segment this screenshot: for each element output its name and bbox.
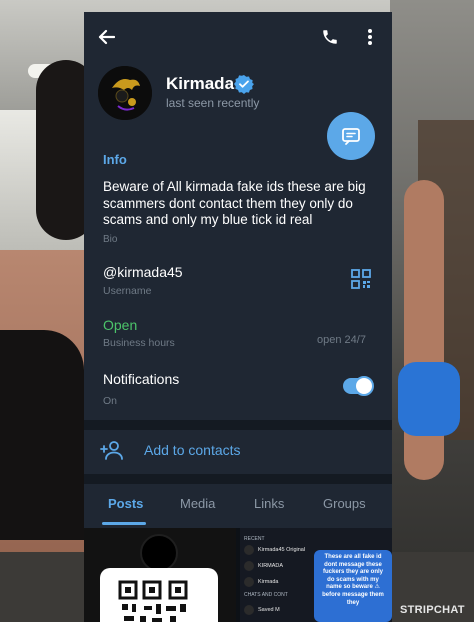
section-divider [84,474,392,484]
more-vertical-icon [368,29,372,45]
business-status: Open [103,317,138,333]
business-hours-label: Business hours [103,337,175,349]
username-label: Username [103,285,152,297]
profile-avatar[interactable] [98,66,152,120]
more-options-button[interactable] [358,24,382,50]
info-section-title: Info [103,152,127,167]
add-to-contacts-label: Add to contacts [144,442,241,458]
profile-name: Kirmada [166,74,235,93]
notifications-toggle[interactable] [343,376,374,396]
call-button[interactable] [316,24,344,50]
tab-posts[interactable]: Posts [108,496,143,511]
app-bar [84,12,392,62]
warning-bubble: These are all fake id dont message these… [314,550,392,622]
chat-avatar [244,577,254,587]
posts-grid: RECENT Kirmada45 Original KIRMADA Kirmad… [84,528,392,622]
profile-tabs: Posts Media Links Groups [84,492,392,528]
tab-media[interactable]: Media [180,496,215,511]
chat-name: KIRMADA [258,563,284,569]
watermark-text: STRIPCHAT [400,604,465,616]
phone-icon [323,30,337,44]
arrow-left-icon [98,29,115,45]
post-screenshot-thumbnail[interactable]: RECENT Kirmada45 Original KIRMADA Kirmad… [240,528,392,622]
post-avatar [140,534,178,572]
qr-code-image [118,580,188,622]
notifications-state: On [103,395,118,407]
chat-avatar [244,545,254,555]
section-divider [84,420,392,430]
recent-header: RECENT [244,536,265,542]
chat-name: Kirmada45 Original [258,547,306,553]
avatar-artwork [98,66,152,120]
chat-name: Kirmada [258,579,279,585]
chat-avatar [244,561,254,571]
qr-code-button[interactable] [350,268,372,290]
tab-links[interactable]: Links [254,496,284,511]
tab-groups[interactable]: Groups [323,496,366,511]
chat-name: Saved M [258,607,280,613]
username-value[interactable]: @kirmada45 [103,264,183,280]
back-button[interactable] [92,24,120,50]
notifications-title: Notifications [103,371,180,387]
person-clothing [0,330,84,540]
bio-text: Beware of All kirmada fake ids these are… [103,179,366,227]
qr-code-icon [351,269,371,289]
telegram-profile-panel: Kirmada last seen recently Info Beware o… [84,12,392,622]
add-person-icon [100,441,123,460]
post-thumbnail[interactable] [84,528,236,622]
last-seen-status: last seen recently [166,96,260,110]
chats-header: CHATS AND CONT [244,592,288,598]
add-to-contacts-row[interactable]: Add to contacts [84,432,392,472]
active-tab-indicator [102,522,146,525]
chat-avatar [244,605,254,615]
message-icon [342,128,360,145]
verified-badge-icon [234,75,254,94]
send-message-button[interactable] [327,112,375,160]
business-hours-value: open 24/7 [317,334,366,346]
bio-label: Bio [103,234,118,245]
toggle-knob [354,376,374,396]
blue-glove [398,362,460,436]
post-qr-card [100,568,218,622]
